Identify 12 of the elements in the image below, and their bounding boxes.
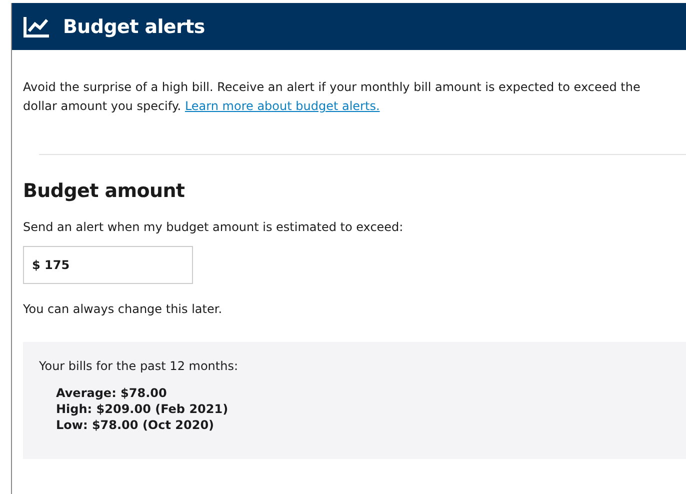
- prompt-text: Send an alert when my budget amount is estimated to exceed:: [23, 220, 404, 234]
- bill-stat: Average: $78.00: [56, 386, 168, 400]
- chart-icon: [23, 16, 51, 38]
- budget-input[interactable]: $ 175: [23, 246, 193, 284]
- section-heading: Budget amount: [23, 180, 186, 202]
- intro-text: Avoid the surprise of a high bill. Receive an alert if your monthly bill amount is expected to exceed the dollar amount you specify. Learn more about budget alerts.: [23, 79, 642, 115]
- bill-stat: High: $209.00 (Feb 2021): [56, 402, 230, 416]
- page-title: Budget alerts: [63, 16, 205, 38]
- note-text: You can always change this later.: [23, 302, 224, 316]
- bills-title: Your bills for the past 12 months:: [39, 359, 240, 373]
- learn-more-link[interactable]: Learn more about budget alerts.: [184, 99, 380, 113]
- bill-stat: Low: $78.00 (Oct 2020): [56, 418, 216, 432]
